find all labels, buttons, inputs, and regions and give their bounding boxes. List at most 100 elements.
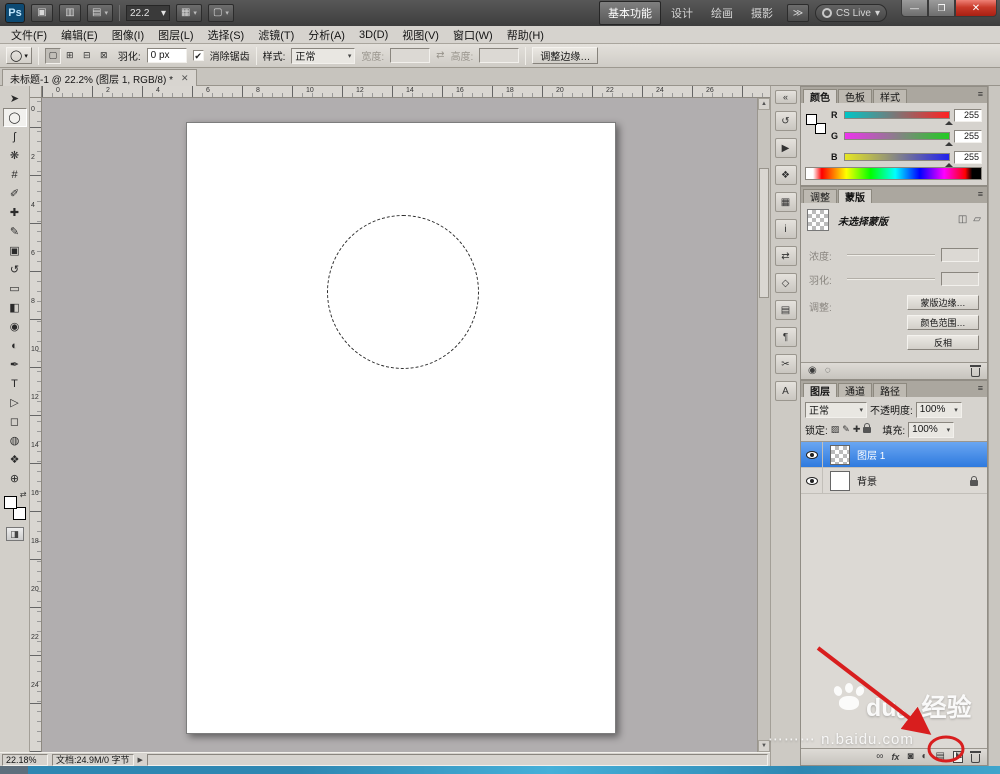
visibility-cell[interactable] (801, 468, 823, 493)
view-extras-button[interactable]: ▤▾ (87, 4, 113, 22)
scissors-panel-icon[interactable]: ✂ (775, 354, 797, 374)
foreground-color-swatch[interactable] (806, 114, 817, 125)
menu-select[interactable]: 选择(S) (201, 26, 252, 44)
tab-channels[interactable]: 通道 (838, 383, 872, 397)
move-tool[interactable]: ➤ (3, 89, 27, 108)
cs-live-button[interactable]: CS Live ▾ (815, 4, 887, 22)
gradient-tool[interactable]: ◧ (3, 298, 27, 317)
info-panel-icon[interactable]: i (775, 219, 797, 239)
vertical-scrollbar[interactable]: ▲ ▼ (757, 98, 770, 752)
eyedropper-tool[interactable]: ✐ (3, 184, 27, 203)
opacity-dropdown[interactable]: 100%▾ (916, 402, 962, 418)
document-canvas[interactable] (186, 122, 616, 734)
new-group-icon[interactable]: ▤ (936, 752, 945, 762)
scroll-up-arrow[interactable]: ▲ (758, 98, 770, 110)
menu-file[interactable]: 文件(F) (4, 26, 54, 44)
lock-image-icon[interactable]: ✎ (842, 424, 850, 435)
foreground-color-swatch[interactable] (4, 496, 17, 509)
histogram-panel-icon[interactable]: ▤ (775, 300, 797, 320)
refine-edge-button[interactable]: 调整边缘… (532, 47, 598, 64)
tab-adjustments[interactable]: 调整 (803, 189, 837, 203)
mask-edge-button[interactable]: 蒙版边缘… (907, 295, 979, 310)
swatches-panel-icon[interactable]: ▦ (775, 192, 797, 212)
menu-analysis[interactable]: 分析(A) (301, 26, 352, 44)
shape-tool[interactable]: ◻ (3, 412, 27, 431)
layer-thumbnail[interactable] (830, 471, 850, 491)
brush-tool[interactable]: ✎ (3, 222, 27, 241)
arrange-documents-button[interactable]: ▦▾ (176, 4, 202, 22)
layer-row-layer1[interactable]: 图层 1 (801, 442, 987, 468)
menu-filter[interactable]: 滤镜(T) (251, 26, 301, 44)
new-layer-icon[interactable] (953, 751, 963, 763)
pen-tool[interactable]: ✒ (3, 355, 27, 374)
close-button[interactable]: ✕ (955, 0, 997, 17)
panel-menu-icon[interactable]: ≡ (978, 89, 983, 99)
blend-mode-dropdown[interactable]: 正常▾ (805, 402, 867, 418)
scrollbar-thumb[interactable] (759, 168, 769, 298)
workspace-photography[interactable]: 摄影 (743, 2, 781, 24)
menu-layer[interactable]: 图层(L) (151, 26, 200, 44)
panel-menu-icon[interactable]: ≡ (978, 189, 983, 199)
3d-panel-icon[interactable]: ◇ (775, 273, 797, 293)
style-dropdown[interactable]: 正常▾ (291, 48, 355, 64)
dock-edge-strip[interactable] (988, 86, 1000, 766)
menu-edit[interactable]: 编辑(E) (54, 26, 105, 44)
clone-stamp-tool[interactable]: ▣ (3, 241, 27, 260)
tool-preset-picker[interactable]: ◯ ▾ (6, 47, 32, 64)
antialias-checkbox[interactable]: ✔ (193, 50, 204, 61)
lock-transparency-icon[interactable]: ▨ (831, 424, 840, 435)
lock-all-icon[interactable] (863, 427, 871, 433)
eraser-tool[interactable]: ▭ (3, 279, 27, 298)
workspace-essentials[interactable]: 基本功能 (599, 1, 661, 25)
crop-tool[interactable]: # (3, 165, 27, 184)
restore-button[interactable]: ❐ (928, 0, 955, 17)
screen-mode-button[interactable]: ▢▾ (208, 4, 234, 22)
quick-selection-tool[interactable]: ❋ (3, 146, 27, 165)
workspace-painting[interactable]: 绘画 (703, 2, 741, 24)
width-input[interactable] (390, 48, 430, 63)
styles-panel-icon[interactable]: ❖ (775, 165, 797, 185)
add-vector-mask-icon[interactable]: ▱ (973, 215, 981, 225)
swap-colors-icon[interactable]: ⇄ (20, 490, 27, 499)
actions-panel-icon[interactable]: ▶ (775, 138, 797, 158)
menu-image[interactable]: 图像(I) (105, 26, 151, 44)
color-spectrum-ramp[interactable] (805, 167, 982, 180)
invert-button[interactable]: 反相 (907, 335, 979, 350)
lock-position-icon[interactable]: ✚ (853, 424, 861, 435)
menu-help[interactable]: 帮助(H) (500, 26, 551, 44)
history-panel-icon[interactable]: ↺ (775, 111, 797, 131)
tab-swatches[interactable]: 色板 (838, 89, 872, 103)
mini-bridge-button[interactable]: ▥ (59, 4, 81, 22)
density-slider[interactable] (847, 254, 935, 256)
tab-paths[interactable]: 路径 (873, 383, 907, 397)
tool-presets-panel-icon[interactable]: ⇄ (775, 246, 797, 266)
density-value[interactable] (941, 248, 979, 262)
document-tab[interactable]: 未标题-1 @ 22.2% (图层 1, RGB/8) * ✕ (2, 69, 197, 86)
canvas-area[interactable]: 02468101214161820222426 0246810121416182… (30, 86, 770, 752)
menu-3d[interactable]: 3D(D) (352, 28, 395, 42)
collapse-dock-icon[interactable]: « (775, 90, 797, 104)
add-selection-button[interactable]: ⊞ (62, 48, 78, 64)
launch-bridge-button[interactable]: ▣ (31, 4, 53, 22)
ruler-origin-corner[interactable] (30, 86, 42, 98)
menu-view[interactable]: 视图(V) (395, 26, 446, 44)
scroll-down-arrow[interactable]: ▼ (758, 740, 770, 752)
tab-styles[interactable]: 样式 (873, 89, 907, 103)
new-selection-button[interactable]: ▢ (45, 48, 61, 64)
apply-mask-icon[interactable]: ◉ (808, 366, 817, 376)
windows-taskbar-edge[interactable] (0, 766, 1000, 774)
delete-layer-icon[interactable] (971, 754, 980, 763)
link-layers-icon[interactable]: ∞ (876, 752, 883, 762)
status-options-arrow[interactable]: ▶ (138, 756, 143, 764)
swap-dimensions-icon[interactable]: ⇄ (436, 50, 444, 61)
color-panel-swatches[interactable] (805, 111, 827, 135)
blur-tool[interactable]: ◉ (3, 317, 27, 336)
intersect-selection-button[interactable]: ⊠ (96, 48, 112, 64)
panel-menu-icon[interactable]: ≡ (978, 383, 983, 393)
character-panel-icon[interactable]: A (775, 381, 797, 401)
status-zoom-input[interactable]: 22.18% (2, 754, 48, 766)
minimize-button[interactable]: — (901, 0, 928, 17)
eye-icon[interactable] (806, 477, 818, 485)
blue-channel-value[interactable]: 255 (954, 151, 982, 164)
zoom-level-input[interactable]: 22.2▾ (126, 5, 170, 21)
